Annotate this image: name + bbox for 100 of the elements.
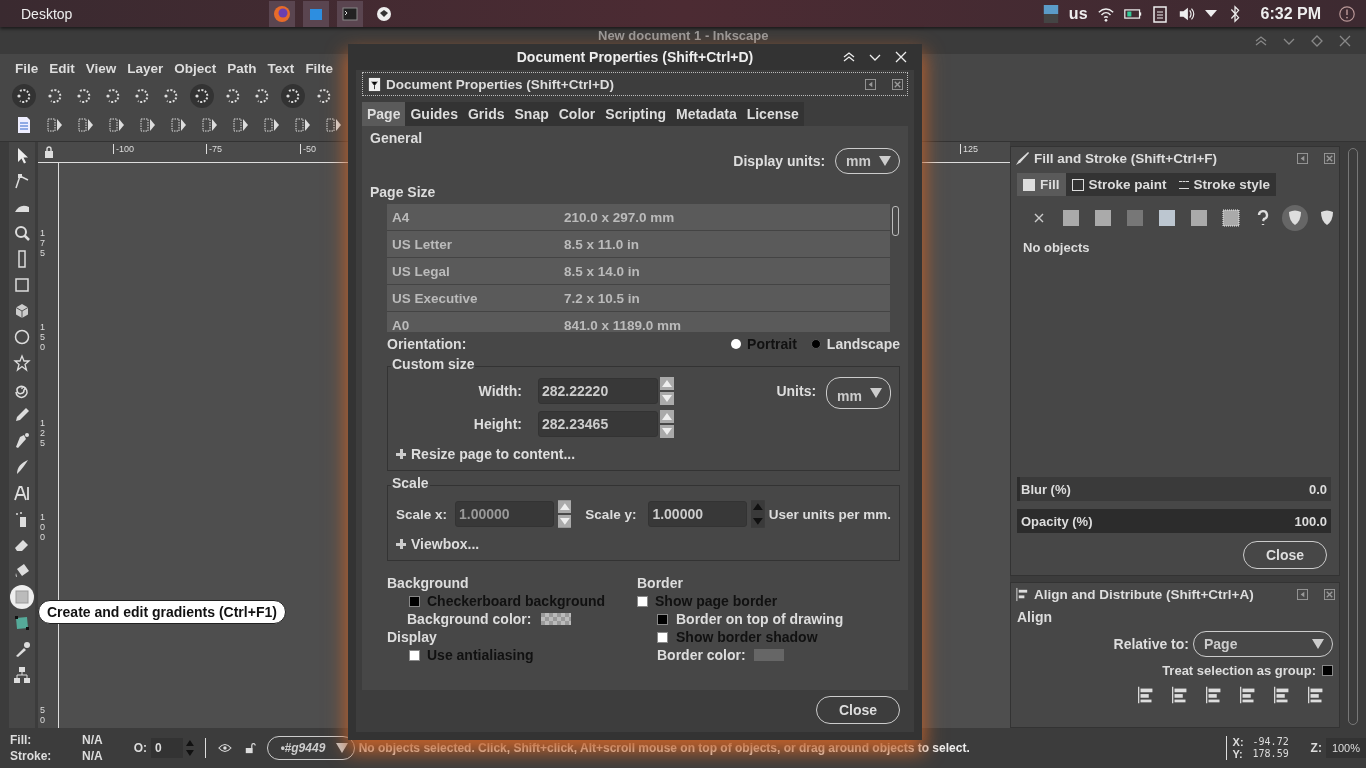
radio-dot[interactable] bbox=[731, 339, 742, 349]
connector-icon[interactable] bbox=[12, 665, 32, 685]
checkbox[interactable] bbox=[1322, 665, 1333, 676]
store-icon[interactable] bbox=[302, 0, 330, 27]
menu-item[interactable]: Path bbox=[227, 60, 257, 76]
checkbox[interactable] bbox=[637, 595, 648, 607]
dialog-tab[interactable]: Snap bbox=[509, 102, 554, 126]
shade-icon[interactable] bbox=[842, 50, 856, 64]
transform-icon[interactable] bbox=[262, 115, 282, 135]
alert-icon[interactable] bbox=[1338, 4, 1356, 23]
transform-icon[interactable] bbox=[231, 115, 251, 135]
scale-x-field[interactable]: 1.00000 bbox=[455, 501, 554, 527]
list-row[interactable]: A4 210.0 x 297.0 mm bbox=[387, 204, 890, 231]
radio-button[interactable]: Landscape bbox=[810, 336, 900, 352]
checkbox[interactable] bbox=[409, 595, 420, 607]
collapse-icon[interactable] bbox=[865, 78, 876, 90]
lock-icon[interactable] bbox=[44, 146, 54, 158]
zoom-field[interactable]: 100% bbox=[1325, 738, 1366, 758]
collapse-icon[interactable] bbox=[1297, 588, 1308, 600]
clock[interactable]: 6:32 PM bbox=[1260, 4, 1321, 23]
dialog-tab[interactable]: Guides bbox=[405, 102, 463, 126]
clipboard-icon[interactable] bbox=[1150, 4, 1169, 23]
pattern-square-icon[interactable] bbox=[1061, 208, 1081, 228]
star-icon[interactable] bbox=[12, 353, 32, 373]
transform-icon[interactable] bbox=[76, 115, 96, 135]
spin-arrows-icon[interactable] bbox=[557, 500, 572, 528]
circle-icon[interactable] bbox=[12, 327, 32, 347]
dialog-tab[interactable]: Page bbox=[362, 102, 406, 126]
transform-icon[interactable] bbox=[45, 115, 65, 135]
transform-icon[interactable] bbox=[293, 115, 313, 135]
units-dropdown[interactable]: mm bbox=[826, 377, 891, 409]
snap-icon[interactable] bbox=[190, 83, 214, 108]
list-row[interactable]: US Executive 7.2 x 10.5 in bbox=[387, 285, 890, 312]
keyboard-layout[interactable]: us bbox=[1068, 4, 1088, 23]
opacity-field[interactable]: 0 bbox=[151, 738, 183, 758]
opacity-slider[interactable]: Opacity (%) 100.0 bbox=[1017, 509, 1331, 533]
list-row[interactable]: US Letter 8.5 x 11.0 in bbox=[387, 231, 890, 258]
spin-arrows-icon[interactable] bbox=[660, 410, 674, 438]
expander[interactable]: Resize page to content... bbox=[396, 438, 576, 464]
height-field[interactable]: 282.23465 bbox=[538, 411, 658, 437]
eye-icon[interactable] bbox=[217, 742, 232, 754]
panel-tab[interactable]: Fill bbox=[1017, 173, 1066, 196]
snap-icon[interactable] bbox=[12, 83, 36, 108]
scrollbar-thumb[interactable] bbox=[891, 206, 899, 236]
lock-icon[interactable] bbox=[243, 742, 258, 754]
spin-arrows-icon[interactable] bbox=[660, 377, 674, 405]
menu-item[interactable]: Object bbox=[174, 60, 217, 76]
checkbox[interactable] bbox=[657, 631, 668, 643]
pattern-square-icon[interactable] bbox=[1221, 208, 1241, 228]
maximize-icon[interactable] bbox=[1310, 33, 1324, 48]
transform-icon[interactable] bbox=[200, 115, 220, 135]
terminal-icon[interactable] bbox=[336, 0, 364, 27]
menu-item[interactable]: Filte bbox=[305, 60, 334, 76]
dialog-tab[interactable]: License bbox=[741, 102, 804, 126]
radio-dot[interactable] bbox=[810, 339, 821, 349]
menu-item[interactable]: Text bbox=[267, 60, 295, 76]
dialog-tab[interactable]: Metadata bbox=[671, 102, 742, 126]
pattern-square-icon[interactable] bbox=[1157, 208, 1177, 228]
scale-y-field[interactable]: 1.00000 bbox=[648, 501, 747, 527]
menu-item[interactable]: View bbox=[85, 60, 117, 76]
workspace-icon[interactable] bbox=[1041, 4, 1060, 23]
text-cursor-icon[interactable] bbox=[12, 483, 32, 503]
panel-tab[interactable]: Stroke paint bbox=[1065, 173, 1173, 196]
dialog-tab[interactable]: Scripting bbox=[600, 102, 671, 126]
rectangle-icon[interactable] bbox=[12, 275, 32, 295]
gradient-icon[interactable] bbox=[10, 585, 34, 609]
color-swatch[interactable] bbox=[541, 613, 572, 625]
pattern-square-icon[interactable] bbox=[1093, 208, 1113, 228]
spin-arrows-icon[interactable] bbox=[184, 738, 206, 758]
list-row[interactable]: A0 841.0 x 1189.0 mm bbox=[387, 312, 890, 332]
menu-item[interactable]: Layer bbox=[127, 60, 164, 76]
transform-icon[interactable] bbox=[138, 115, 158, 135]
panel-tab[interactable]: Stroke style bbox=[1172, 173, 1277, 196]
blur-slider[interactable]: Blur (%) 0.0 bbox=[1017, 477, 1331, 501]
panel-title: Document Properties (Shift+Ctrl+D) bbox=[386, 76, 615, 92]
align-left-icon bbox=[1015, 586, 1030, 602]
caret-icon[interactable] bbox=[1204, 8, 1217, 19]
transform-icon[interactable] bbox=[169, 115, 189, 135]
snap-icon[interactable] bbox=[281, 83, 305, 108]
width-field[interactable]: 282.22220 bbox=[538, 378, 658, 404]
checkbox[interactable] bbox=[657, 613, 668, 625]
zoom-icon[interactable] bbox=[12, 223, 32, 243]
table-cell-text: US Legal bbox=[391, 263, 451, 279]
transform-icon[interactable] bbox=[107, 115, 127, 135]
field-label: Scale x: bbox=[396, 506, 448, 522]
collapse-icon[interactable] bbox=[1297, 152, 1308, 164]
mesh-icon[interactable] bbox=[12, 613, 32, 633]
dialog-tab[interactable]: Color bbox=[553, 102, 601, 126]
pattern-square-icon[interactable] bbox=[1189, 208, 1209, 228]
menu-item[interactable]: File bbox=[15, 60, 39, 76]
menu-item[interactable]: Edit bbox=[49, 60, 75, 76]
shield-icon[interactable] bbox=[1282, 205, 1308, 231]
list-row[interactable]: US Legal 8.5 x 14.0 in bbox=[387, 258, 890, 285]
color-swatch[interactable] bbox=[753, 649, 784, 661]
checkbox[interactable] bbox=[409, 649, 420, 661]
expander[interactable]: Viewbox... bbox=[396, 528, 480, 554]
dialog-tab[interactable]: Grids bbox=[462, 102, 510, 126]
browser-icon[interactable] bbox=[268, 0, 296, 27]
window-title: New document 1 - Inkscape bbox=[598, 28, 769, 43]
transform-icon[interactable] bbox=[324, 115, 344, 135]
